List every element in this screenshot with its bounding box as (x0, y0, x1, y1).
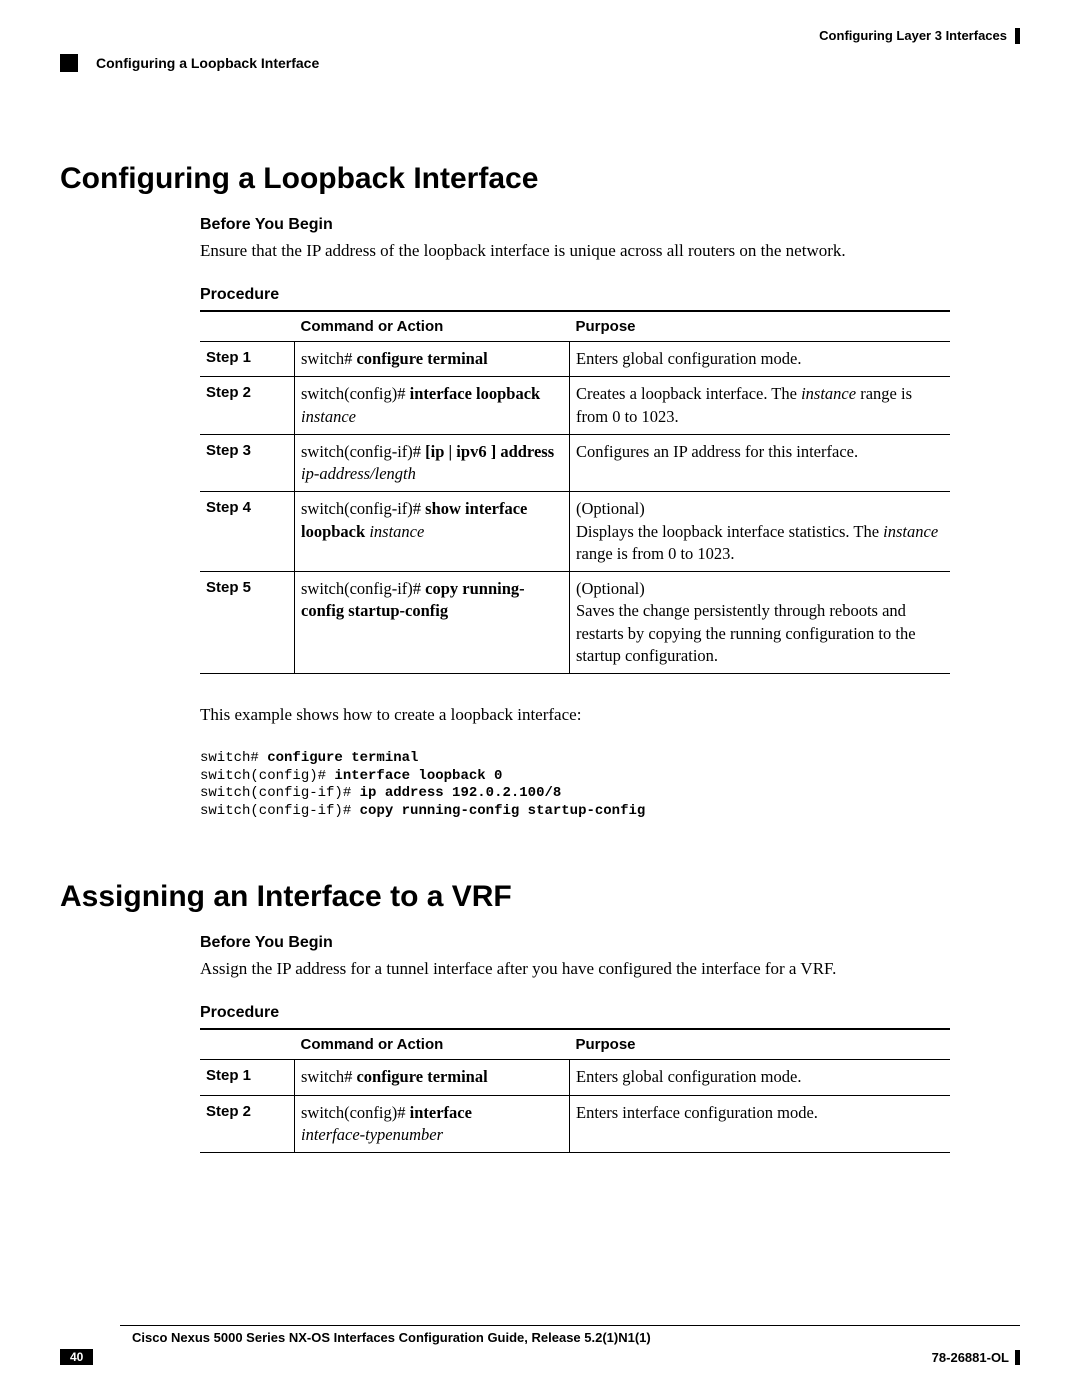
command-cell: switch(config-if)# [ip | ipv6 ] address … (295, 434, 570, 492)
table-row: Step 5 switch(config-if)# copy running-c… (200, 572, 950, 674)
command-cell: switch(config)# interface loopback insta… (295, 377, 570, 435)
section-title: Assigning an Interface to a VRF (60, 880, 1020, 914)
procedure-table: Command or Action Purpose Step 1 switch#… (200, 1028, 950, 1153)
step-label: Step 2 (200, 1095, 295, 1153)
col-step (200, 1029, 295, 1060)
header-chapter: Configuring Layer 3 Interfaces (819, 28, 1007, 44)
code-example: switch# configure terminal switch(config… (200, 750, 950, 820)
step-label: Step 2 (200, 377, 295, 435)
purpose-cell: (Optional) Displays the loopback interfa… (570, 492, 951, 572)
table-row: Step 1 switch# configure terminal Enters… (200, 342, 950, 377)
before-you-begin-heading: Before You Begin (200, 934, 950, 952)
command-cell: switch(config)# interface interface-type… (295, 1095, 570, 1153)
procedure-heading: Procedure (200, 286, 950, 304)
table-row: Step 2 switch(config)# interface loopbac… (200, 377, 950, 435)
col-command: Command or Action (295, 311, 570, 342)
running-header-left: Configuring a Loopback Interface (60, 54, 1020, 72)
header-bar-icon (1015, 28, 1020, 44)
table-row: Step 2 switch(config)# interface interfa… (200, 1095, 950, 1153)
command-cell: switch# configure terminal (295, 342, 570, 377)
header-square-icon (60, 54, 78, 72)
procedure-table: Command or Action Purpose Step 1 switch#… (200, 310, 950, 674)
section-title: Configuring a Loopback Interface (60, 162, 1020, 196)
col-purpose: Purpose (570, 311, 951, 342)
col-purpose: Purpose (570, 1029, 951, 1060)
before-you-begin-heading: Before You Begin (200, 216, 950, 234)
step-label: Step 1 (200, 342, 295, 377)
footer-bar-icon (1015, 1350, 1020, 1365)
footer-doc-id: 78-26881-OL (932, 1350, 1009, 1365)
purpose-cell: Configures an IP address for this interf… (570, 434, 951, 492)
header-section: Configuring a Loopback Interface (96, 55, 319, 71)
command-cell: switch# configure terminal (295, 1060, 570, 1095)
purpose-cell: Enters global configuration mode. (570, 342, 951, 377)
page-footer: Cisco Nexus 5000 Series NX-OS Interfaces… (60, 1325, 1020, 1365)
procedure-heading: Procedure (200, 1004, 950, 1022)
purpose-cell: (Optional) Saves the change persistently… (570, 572, 951, 674)
purpose-cell: Creates a loopback interface. The instan… (570, 377, 951, 435)
col-command: Command or Action (295, 1029, 570, 1060)
running-header-right: Configuring Layer 3 Interfaces (60, 28, 1020, 44)
example-intro: This example shows how to create a loopb… (200, 704, 950, 726)
step-label: Step 5 (200, 572, 295, 674)
command-cell: switch(config-if)# show interfaceloopbac… (295, 492, 570, 572)
step-label: Step 1 (200, 1060, 295, 1095)
table-row: Step 4 switch(config-if)# show interface… (200, 492, 950, 572)
col-step (200, 311, 295, 342)
step-label: Step 4 (200, 492, 295, 572)
footer-guide-title: Cisco Nexus 5000 Series NX-OS Interfaces… (132, 1330, 1020, 1345)
table-row: Step 3 switch(config-if)# [ip | ipv6 ] a… (200, 434, 950, 492)
page-number: 40 (60, 1349, 93, 1365)
table-row: Step 1 switch# configure terminal Enters… (200, 1060, 950, 1095)
command-cell: switch(config-if)# copy running-config s… (295, 572, 570, 674)
before-you-begin-text: Ensure that the IP address of the loopba… (200, 240, 950, 262)
before-you-begin-text: Assign the IP address for a tunnel inter… (200, 958, 950, 980)
purpose-cell: Enters global configuration mode. (570, 1060, 951, 1095)
step-label: Step 3 (200, 434, 295, 492)
purpose-cell: Enters interface configuration mode. (570, 1095, 951, 1153)
